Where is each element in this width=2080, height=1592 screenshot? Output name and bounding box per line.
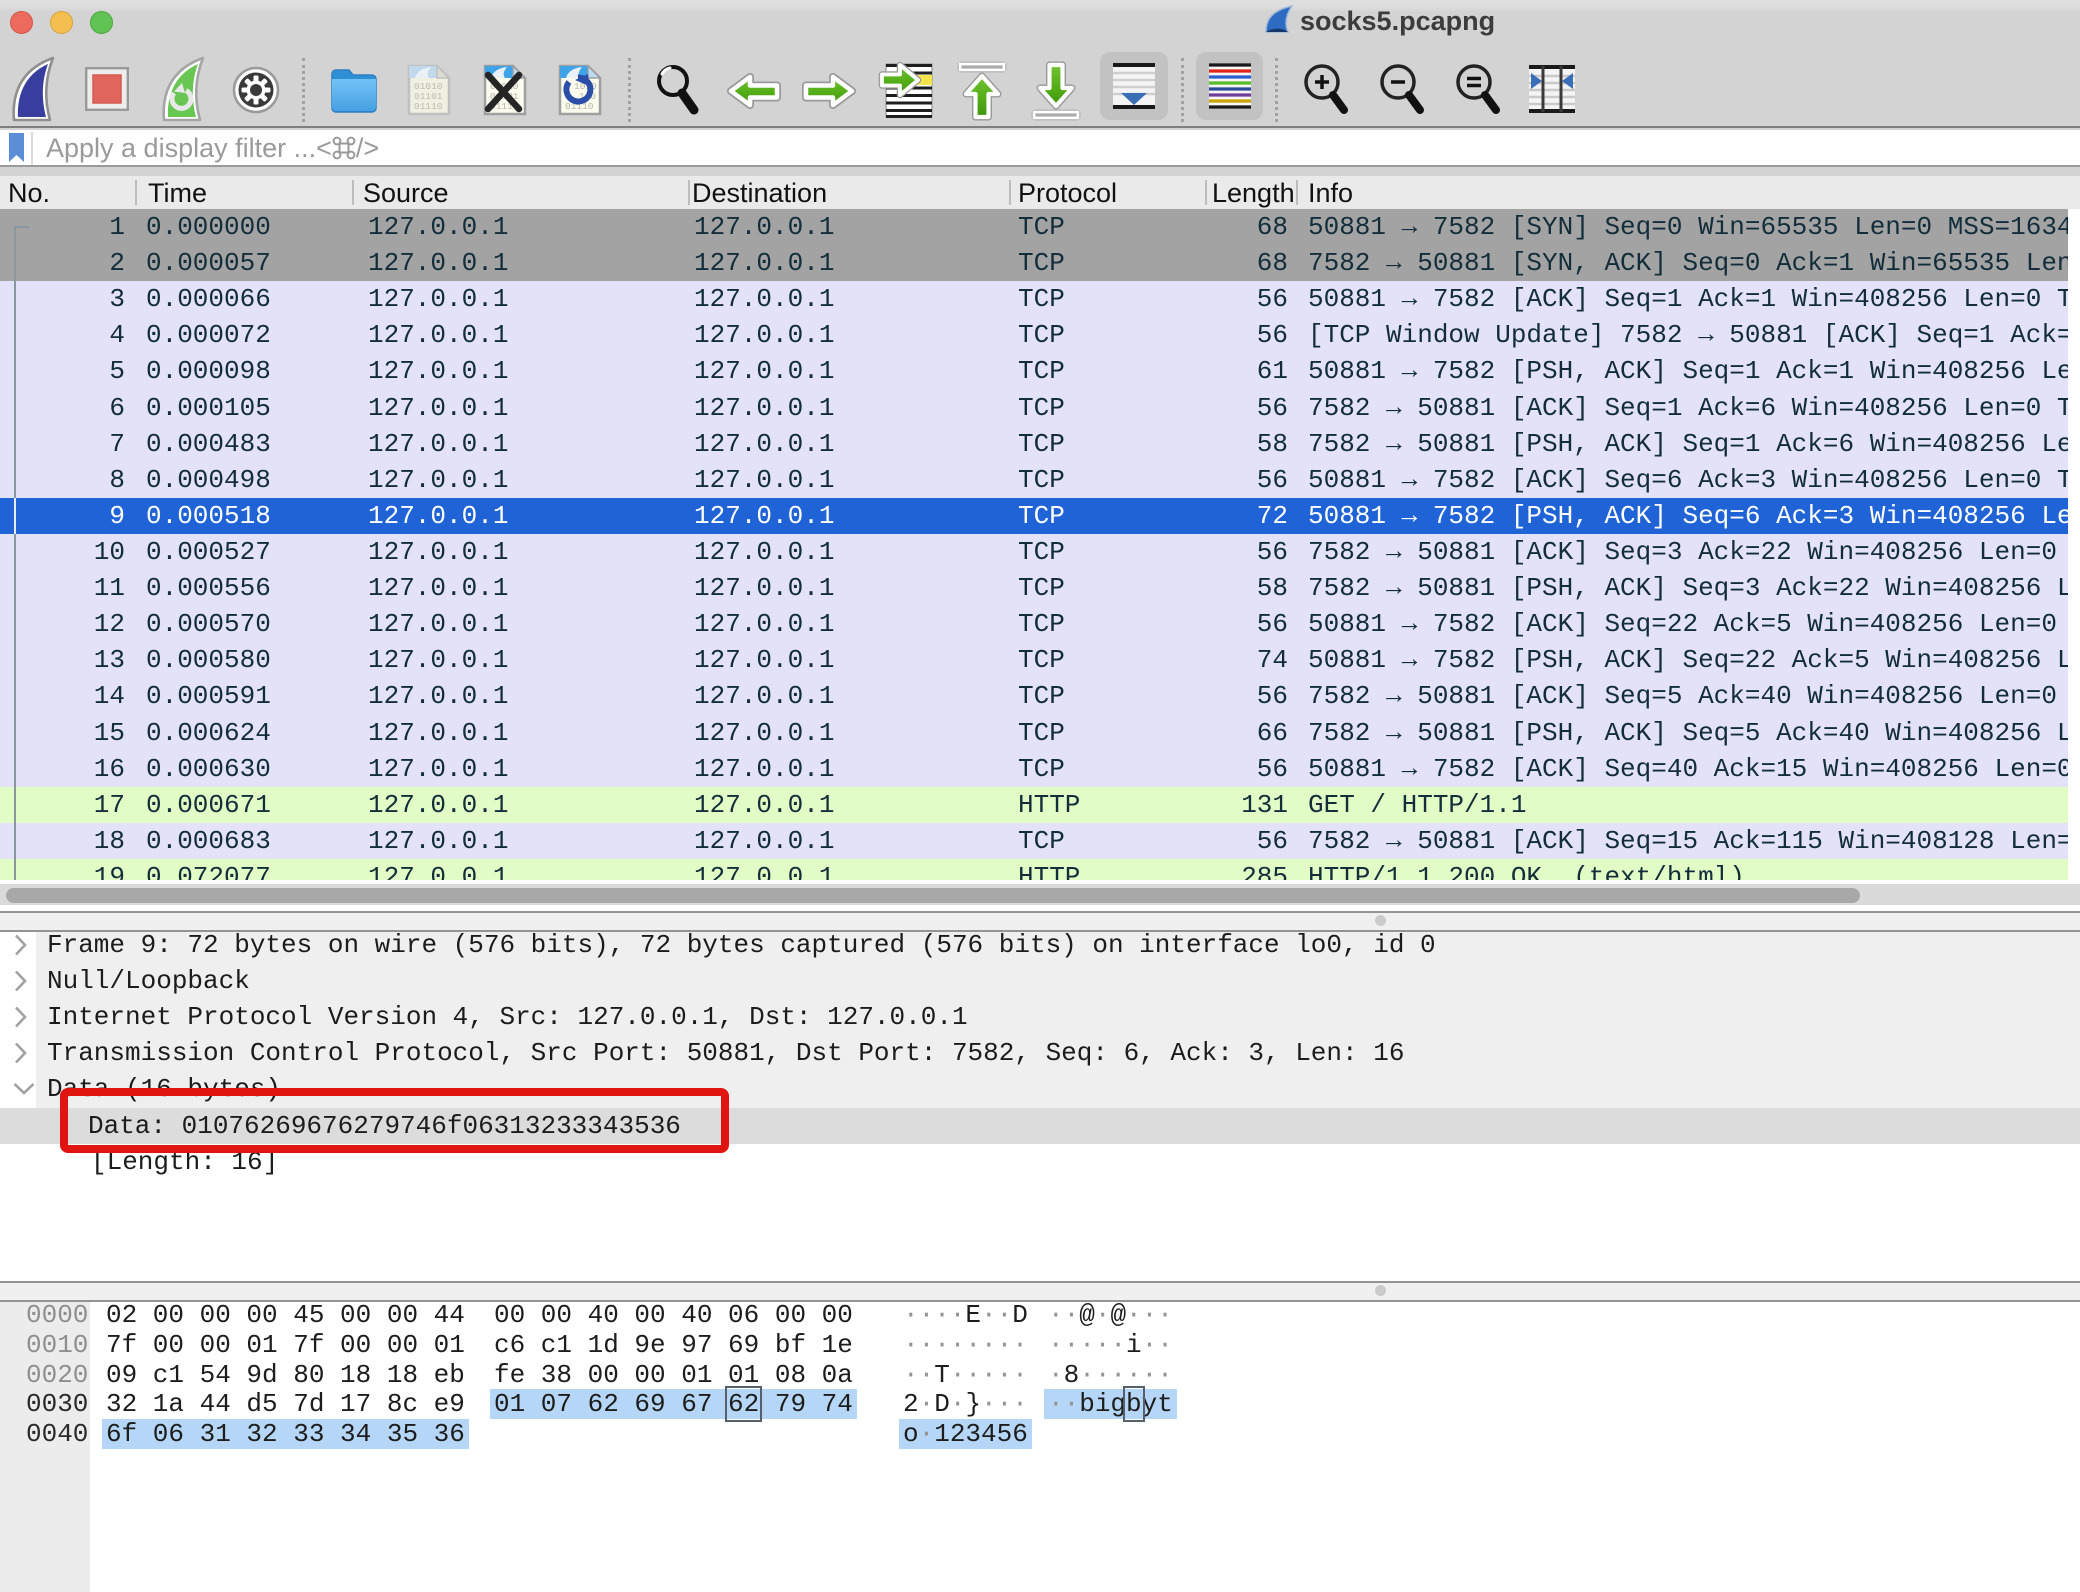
svg-text:01110: 01110 bbox=[414, 101, 443, 112]
